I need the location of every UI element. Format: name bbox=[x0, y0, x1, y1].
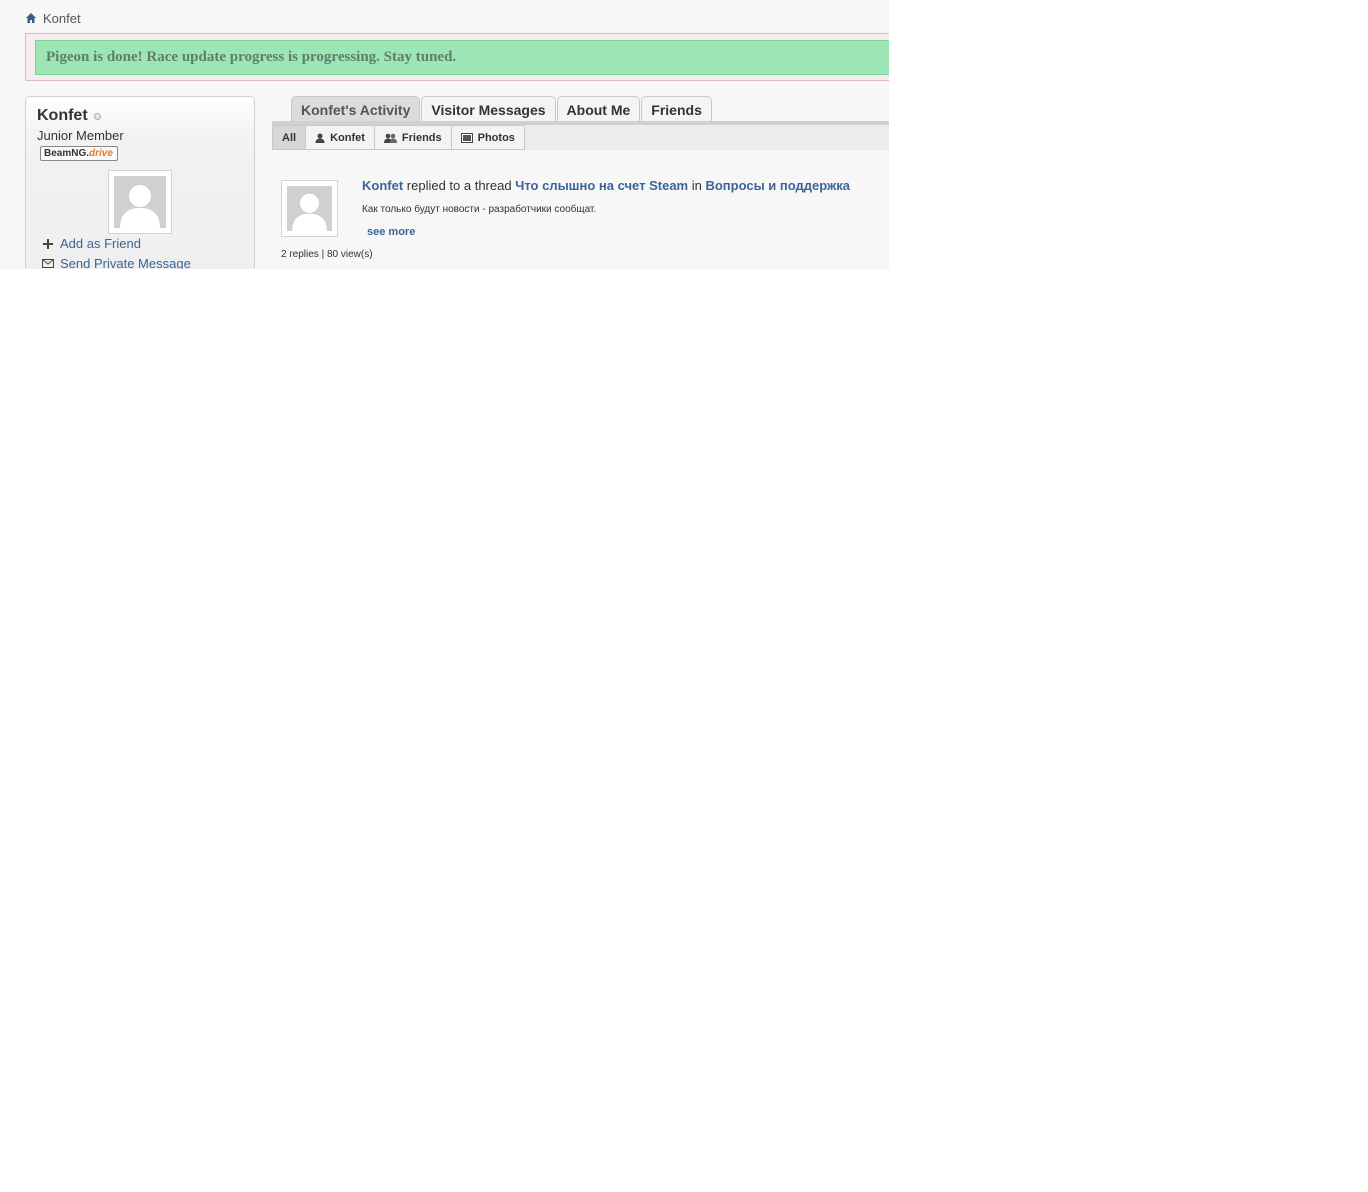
envelope-icon bbox=[42, 258, 54, 270]
activity-filters: All Konfet Friends Photos bbox=[272, 125, 525, 150]
profile-username: Konfet bbox=[37, 107, 101, 125]
page-viewport: Konfet Pigeon is done! Race update progr… bbox=[0, 0, 889, 269]
filter-user[interactable]: Konfet bbox=[306, 125, 375, 150]
see-more-link[interactable]: see more bbox=[367, 226, 415, 238]
tab-activity[interactable]: Konfet's Activity bbox=[291, 96, 421, 122]
badge-prefix: BeamNG. bbox=[44, 148, 90, 159]
filter-photos-label[interactable]: Photos bbox=[478, 132, 515, 144]
default-avatar-icon bbox=[287, 186, 332, 231]
tab-visitor-messages[interactable]: Visitor Messages bbox=[421, 96, 556, 122]
user-icon bbox=[315, 133, 325, 143]
filter-photos[interactable]: Photos bbox=[451, 125, 525, 150]
tab-friends[interactable]: Friends bbox=[641, 96, 712, 122]
tab-about-me[interactable]: About Me bbox=[556, 96, 641, 122]
activity-headline: Konfet replied to a thread Что слышно на… bbox=[362, 178, 850, 193]
notice-banner: Pigeon is done! Race update progress is … bbox=[35, 40, 889, 75]
profile-avatar bbox=[108, 170, 172, 234]
home-icon[interactable] bbox=[25, 12, 37, 24]
thread-link[interactable]: Что слышно на счет Steam bbox=[515, 178, 688, 193]
offline-status-icon bbox=[93, 112, 101, 120]
plus-icon bbox=[42, 238, 54, 250]
filter-friends[interactable]: Friends bbox=[374, 125, 452, 150]
activity-action: replied to a thread bbox=[403, 178, 516, 193]
badge-suffix: drive bbox=[89, 148, 113, 159]
activity-in: in bbox=[688, 178, 706, 193]
thread-stats: 2 replies | 80 view(s) bbox=[281, 249, 373, 260]
send-pm-label[interactable]: Send Private Message bbox=[60, 256, 191, 269]
filter-all-label[interactable]: All bbox=[282, 132, 296, 144]
breadcrumb-current: Konfet bbox=[43, 10, 81, 26]
filter-friends-label[interactable]: Friends bbox=[402, 132, 442, 144]
profile-tabs: Konfet's Activity Visitor Messages About… bbox=[291, 96, 713, 122]
forum-link[interactable]: Вопросы и поддержка bbox=[705, 178, 850, 193]
filter-user-label[interactable]: Konfet bbox=[330, 132, 365, 144]
send-pm-link[interactable]: Send Private Message bbox=[42, 256, 191, 269]
users-icon bbox=[383, 133, 397, 143]
username-text: Konfet bbox=[37, 107, 88, 124]
activity-user-link[interactable]: Konfet bbox=[362, 178, 403, 193]
activity-avatar[interactable] bbox=[281, 180, 338, 237]
user-title: Junior Member bbox=[37, 128, 124, 143]
post-snippet: Как только будут новости - разработчики … bbox=[362, 204, 597, 215]
beamng-drive-badge: BeamNG.drive bbox=[40, 146, 118, 161]
add-friend-label[interactable]: Add as Friend bbox=[60, 236, 141, 251]
default-avatar-icon bbox=[114, 176, 166, 228]
breadcrumb: Konfet bbox=[25, 9, 81, 27]
filter-all[interactable]: All bbox=[272, 125, 307, 150]
photo-icon bbox=[460, 132, 473, 143]
add-friend-link[interactable]: Add as Friend bbox=[42, 236, 141, 251]
